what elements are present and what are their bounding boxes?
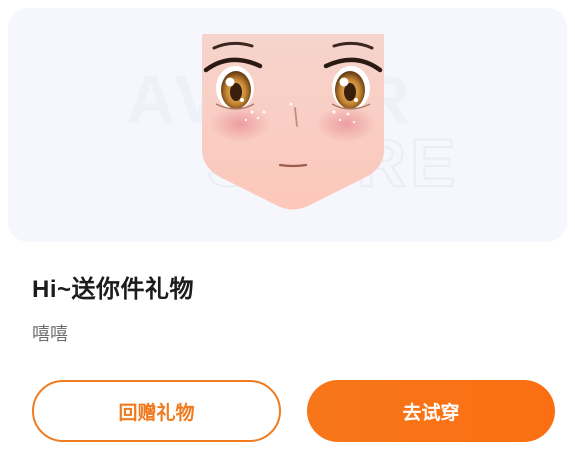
return-gift-button[interactable]: 回赠礼物 xyxy=(32,380,281,442)
return-gift-label: 回赠礼物 xyxy=(118,402,195,424)
avatar-face-image xyxy=(202,34,384,210)
gift-title: Hi~送你件礼物 xyxy=(32,276,195,303)
gift-card: AVATAR STORE xyxy=(0,0,575,472)
try-on-label: 去试穿 xyxy=(402,402,460,424)
avatar-preview: AVATAR STORE xyxy=(8,8,567,242)
try-on-button[interactable]: 去试穿 xyxy=(307,380,555,442)
gift-message: 嘻嘻 xyxy=(32,324,68,344)
